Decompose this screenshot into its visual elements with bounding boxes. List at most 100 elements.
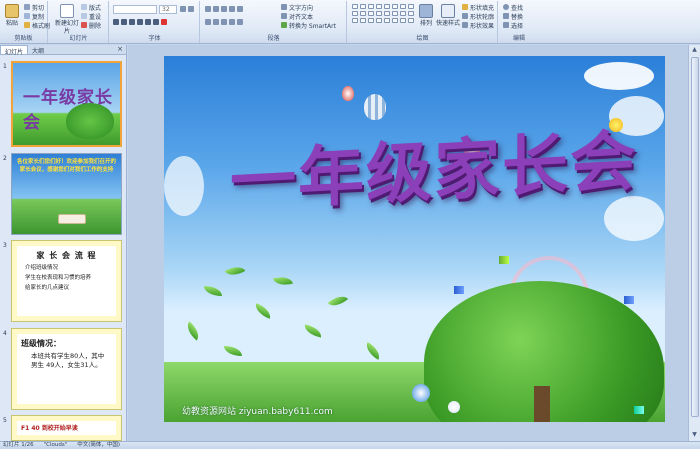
shape-item[interactable] <box>360 4 366 9</box>
flower-icon <box>448 401 460 413</box>
brush-icon <box>24 22 30 28</box>
shape-item[interactable] <box>400 18 406 23</box>
arrange-button[interactable]: 排列 <box>416 4 436 27</box>
scroll-up-icon[interactable]: ▲ <box>690 46 699 55</box>
shape-item[interactable] <box>360 11 366 16</box>
align-text-button[interactable]: 对齐文本 <box>281 12 313 21</box>
paragraph-group: 文字方向 对齐文本 转换为 SmartArt 段落 <box>201 1 347 43</box>
font-size-combo[interactable]: 32 <box>159 5 177 14</box>
quick-styles-button[interactable]: 快速样式 <box>436 4 460 27</box>
delete-slide-button[interactable]: 删除 <box>81 21 101 30</box>
paste-button[interactable]: 粘贴 <box>2 4 22 27</box>
reset-icon <box>81 13 87 19</box>
shape-item[interactable] <box>352 4 358 9</box>
shape-fill-button[interactable]: 形状填充 <box>462 3 494 12</box>
shape-item[interactable] <box>376 4 382 9</box>
shape-item[interactable] <box>352 18 358 23</box>
shape-item[interactable] <box>408 18 414 23</box>
align-buttons[interactable] <box>205 18 243 26</box>
drawing-group: 排列 快速样式 形状填充 形状轮廓 形状效果 绘图 <box>348 1 498 43</box>
columns-icon <box>237 19 243 25</box>
format-painter-button[interactable]: 格式刷 <box>24 21 50 30</box>
shape-item[interactable] <box>384 11 390 16</box>
layout-icon <box>81 4 87 10</box>
shape-item[interactable] <box>368 4 374 9</box>
find-button[interactable]: 查找 <box>503 3 523 12</box>
shadow-icon <box>145 19 151 25</box>
cloud-image <box>584 62 654 90</box>
shape-item[interactable] <box>360 18 366 23</box>
smartart-button[interactable]: 转换为 SmartArt <box>281 21 336 30</box>
butterfly-icon <box>634 406 644 414</box>
shape-item[interactable] <box>392 18 398 23</box>
bold-icon <box>113 19 119 25</box>
slide-thumbnail-2[interactable]: 各位家长们您们好！欢迎参加我们召开的家长会议，感谢您们对我们工作的支持 <box>11 153 122 235</box>
tab-slides[interactable]: 幻灯片 <box>0 45 29 56</box>
align-text-icon <box>281 13 287 19</box>
cut-button[interactable]: 剪切 <box>24 3 44 12</box>
shape-item[interactable] <box>376 11 382 16</box>
scroll-down-icon[interactable]: ▼ <box>690 431 699 440</box>
leaf-image <box>273 273 293 289</box>
scrollbar-thumb[interactable] <box>691 57 699 417</box>
thumbnail-content: 家 长 会 流 程 介绍班级情况 学生在校表现和习惯的培养 给家长的几点建议 <box>17 246 116 316</box>
list-buttons[interactable] <box>205 5 243 13</box>
select-button[interactable]: 选择 <box>503 21 523 30</box>
font-name-combo[interactable] <box>113 5 157 14</box>
slide-title[interactable]: 一年级家长会 <box>230 107 638 224</box>
tab-outline[interactable]: 大纲 <box>28 45 48 55</box>
text-direction-icon <box>281 4 287 10</box>
watermark-text: 幼教资源网站 ziyuan.baby611.com <box>182 407 333 417</box>
shape-item[interactable] <box>368 18 374 23</box>
shape-effects-button[interactable]: 形状效果 <box>462 21 494 30</box>
slide-thumbnail-1[interactable]: 一年级家长会 <box>11 61 122 147</box>
shape-item[interactable] <box>384 4 390 9</box>
slide-thumbnail-3[interactable]: 家 长 会 流 程 介绍班级情况 学生在校表现和习惯的培养 给家长的几点建议 <box>11 240 122 322</box>
font-grow-buttons[interactable] <box>180 5 194 13</box>
vertical-scrollbar[interactable]: ▲ ▼ <box>688 45 700 441</box>
shape-item[interactable] <box>376 18 382 23</box>
current-slide[interactable]: 一年级家长会 幼教资源网站 ziyuan.baby611.com <box>164 56 665 422</box>
align-right-icon <box>221 19 227 25</box>
arrange-icon <box>419 4 433 18</box>
effects-icon <box>462 22 468 28</box>
thumbnail-number: 1 <box>3 63 7 70</box>
shape-item[interactable] <box>408 11 414 16</box>
copy-button[interactable]: 复制 <box>24 12 44 21</box>
fill-icon <box>462 4 468 10</box>
list-item: 学生在校表现和习惯的培养 <box>25 275 92 281</box>
slide-thumbnail-5[interactable]: F1 40 到校开始早读 <box>11 415 122 441</box>
reset-button[interactable]: 重设 <box>81 12 101 21</box>
shape-item[interactable] <box>400 11 406 16</box>
layout-button[interactable]: 版式 <box>81 3 101 12</box>
shape-item[interactable] <box>400 4 406 9</box>
indent-increase-icon <box>229 6 235 12</box>
clipboard-group: 粘贴 剪切 复制 格式刷 剪贴板 <box>0 1 50 43</box>
shape-item[interactable] <box>408 4 414 9</box>
close-icon[interactable]: × <box>114 45 126 54</box>
ribbon: 粘贴 剪切 复制 格式刷 剪贴板 新建幻灯片 版式 重设 删除 幻灯片 32 字… <box>0 0 700 44</box>
find-icon <box>503 4 509 10</box>
align-center-icon <box>213 19 219 25</box>
tree-trunk-image <box>534 386 550 422</box>
shape-item[interactable] <box>392 4 398 9</box>
replace-button[interactable]: 替换 <box>503 12 523 21</box>
balloon-icon <box>342 86 354 101</box>
language-status[interactable]: 中文(简体，中国) <box>77 442 120 449</box>
slide-thumbnail-4[interactable]: 班级情况： 本班共有学生80人，其中男生 49人，女生31人。 <box>11 328 122 410</box>
clipboard-icon <box>5 4 19 18</box>
shapes-gallery[interactable] <box>352 4 414 23</box>
shape-item[interactable] <box>352 11 358 16</box>
font-format-row[interactable] <box>113 18 167 26</box>
status-bar: 幻灯片 1/26 "Clouds" 中文(简体，中国) <box>0 441 700 449</box>
new-slide-icon <box>60 4 74 18</box>
shape-item[interactable] <box>368 11 374 16</box>
shape-item[interactable] <box>392 11 398 16</box>
slides-group: 新建幻灯片 版式 重设 删除 幻灯片 <box>49 1 109 43</box>
shape-item[interactable] <box>384 18 390 23</box>
list-item: 介绍班级情况 <box>25 265 59 271</box>
shape-outline-button[interactable]: 形状轮廓 <box>462 12 494 21</box>
leaf-image <box>204 286 222 296</box>
text-direction-button[interactable]: 文字方向 <box>281 3 313 12</box>
new-slide-button[interactable]: 新建幻灯片 <box>55 4 79 35</box>
